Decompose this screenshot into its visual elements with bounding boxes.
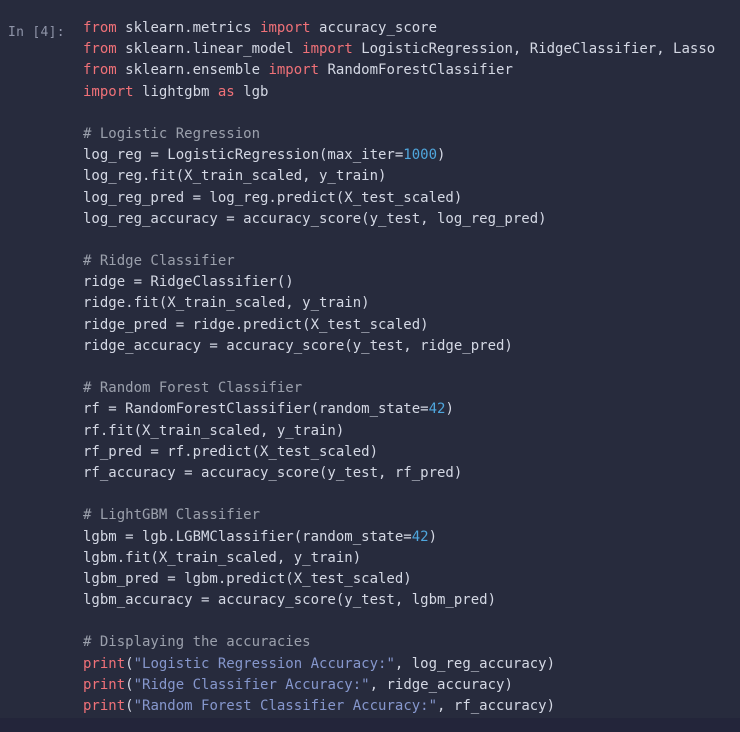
code-token-id: , log_reg_accuracy) [394, 655, 556, 672]
code-line: lgbm_accuracy = accuracy_score(y_test, l… [83, 590, 740, 611]
code-token-id: log_reg.fit(X_train_scaled, y_train) [83, 168, 387, 185]
code-token-com: # LightGBM Classifier [83, 507, 261, 524]
code-line: ridge_accuracy = accuracy_score(y_test, … [83, 336, 740, 357]
code-line: print("Random Forest Classifier Accuracy… [83, 696, 740, 717]
code-line: # Displaying the accuracies [83, 632, 740, 653]
notebook-screen: In [4]: from sklearn.metrics import accu… [0, 0, 740, 732]
code-token-punc: ( [125, 698, 134, 714]
code-token-id: lgbm_accuracy = accuracy_score(y_test, l… [83, 592, 497, 609]
code-token-fn: print [83, 655, 126, 672]
code-token-id: sklearn.ensemble [125, 62, 269, 79]
code-token-id: LogisticRegression, RidgeClassifier, Las… [361, 41, 716, 58]
code-token-fn: print [83, 676, 126, 693]
code-line: # Ridge Classifier [83, 251, 740, 272]
code-token-id: rf = RandomForestClassifier(random_state… [83, 401, 429, 418]
code-token-kw: from [83, 20, 126, 36]
code-token-id: log_reg = LogisticRegression(max_iter= [83, 147, 404, 164]
code-token-num: 42 [428, 401, 446, 418]
code-line: print("Ridge Classifier Accuracy:", ridg… [83, 675, 740, 696]
code-token-id: accuracy_score [319, 20, 438, 36]
code-token-punc: ( [125, 676, 134, 693]
code-token-id: , rf_accuracy) [437, 698, 556, 714]
code-token-num: 42 [411, 528, 429, 545]
cell-prompt-label: In [4]: [8, 25, 65, 40]
code-line: print("Logistic Regression Accuracy:", l… [83, 654, 740, 675]
code-token-str: "Logistic Regression Accuracy:" [133, 655, 395, 672]
code-line: ridge = RidgeClassifier() [83, 272, 740, 293]
code-token-id: ridge_pred = ridge.predict(X_test_scaled… [83, 316, 429, 333]
code-token-kw: import [268, 62, 328, 79]
code-token-com: # Random Forest Classifier [83, 380, 303, 397]
code-token-com: # Displaying the accuracies [83, 634, 311, 651]
code-line: # LightGBM Classifier [83, 505, 740, 526]
code-token-punc: ) [437, 147, 446, 164]
code-line: # Random Forest Classifier [83, 378, 740, 399]
code-line: from sklearn.ensemble import RandomFores… [83, 60, 740, 81]
code-line: # Logistic Regression [83, 124, 740, 145]
code-line: import lightgbm as lgb [83, 82, 740, 103]
code-token-punc: ) [445, 401, 454, 418]
code-token-fn: print [83, 698, 126, 714]
code-token-id: sklearn.linear_model [125, 41, 303, 58]
code-token-id: lgb [243, 83, 269, 100]
code-token-kw: import [83, 83, 143, 100]
code-token-str: "Ridge Classifier Accuracy:" [133, 676, 370, 693]
code-token-kw: from [83, 62, 126, 79]
viewport-bottom-band [0, 718, 740, 732]
code-line: rf_pred = rf.predict(X_test_scaled) [83, 442, 740, 463]
code-token-kw: from [83, 41, 126, 58]
code-token-com: # Ridge Classifier [83, 253, 235, 270]
code-token-kw: as [217, 83, 244, 100]
code-token-id: ridge_accuracy = accuracy_score(y_test, … [83, 337, 513, 354]
code-line: rf.fit(X_train_scaled, y_train) [83, 421, 740, 442]
code-line: lgbm_pred = lgbm.predict(X_test_scaled) [83, 569, 740, 590]
code-token-id: lgbm_pred = lgbm.predict(X_test_scaled) [83, 570, 412, 587]
code-token-id: RandomForestClassifier [327, 62, 513, 79]
code-token-punc: ( [125, 655, 134, 672]
code-line: lgbm.fit(X_train_scaled, y_train) [83, 548, 740, 569]
code-token-id: lgbm.fit(X_train_scaled, y_train) [83, 549, 362, 566]
code-cell[interactable]: In [4]: from sklearn.metrics import accu… [0, 0, 740, 718]
code-line: ridge.fit(X_train_scaled, y_train) [83, 293, 740, 314]
code-line: from sklearn.metrics import accuracy_sco… [83, 18, 740, 39]
code-line: rf_accuracy = accuracy_score(y_test, rf_… [83, 463, 740, 484]
code-token-id: rf_accuracy = accuracy_score(y_test, rf_… [83, 464, 463, 481]
code-line: rf = RandomForestClassifier(random_state… [83, 399, 740, 420]
code-token-id: sklearn.metrics [125, 20, 261, 36]
code-editor[interactable]: from sklearn.metrics import accuracy_sco… [83, 18, 740, 718]
code-token-str: "Random Forest Classifier Accuracy:" [133, 698, 438, 714]
code-token-id: log_reg_accuracy = accuracy_score(y_test… [83, 210, 547, 227]
code-token-id: rf.fit(X_train_scaled, y_train) [83, 422, 345, 439]
code-line: from sklearn.linear_model import Logisti… [83, 39, 740, 60]
code-token-id: ridge.fit(X_train_scaled, y_train) [83, 295, 370, 312]
code-token-com: # Logistic Regression [83, 125, 261, 142]
code-token-kw: import [260, 20, 320, 36]
code-line: log_reg_accuracy = accuracy_score(y_test… [83, 209, 740, 230]
code-token-id: , ridge_accuracy) [369, 676, 513, 693]
code-token-id: rf_pred = rf.predict(X_test_scaled) [83, 443, 379, 460]
code-line: lgbm = lgb.LGBMClassifier(random_state=4… [83, 527, 740, 548]
code-token-punc: ) [428, 528, 438, 545]
code-line: log_reg.fit(X_train_scaled, y_train) [83, 166, 740, 187]
code-token-id: log_reg_pred = log_reg.predict(X_test_sc… [83, 189, 463, 206]
code-token-num: 1000 [403, 147, 438, 164]
code-line: ridge_pred = ridge.predict(X_test_scaled… [83, 315, 740, 336]
code-token-id: lightgbm [142, 83, 218, 100]
code-token-id: ridge = RidgeClassifier() [83, 274, 294, 291]
code-token-kw: import [302, 41, 362, 58]
code-line: log_reg_pred = log_reg.predict(X_test_sc… [83, 188, 740, 209]
code-line: log_reg = LogisticRegression(max_iter=10… [83, 145, 740, 166]
code-token-id: lgbm = lgb.LGBMClassifier(random_state= [83, 528, 412, 545]
